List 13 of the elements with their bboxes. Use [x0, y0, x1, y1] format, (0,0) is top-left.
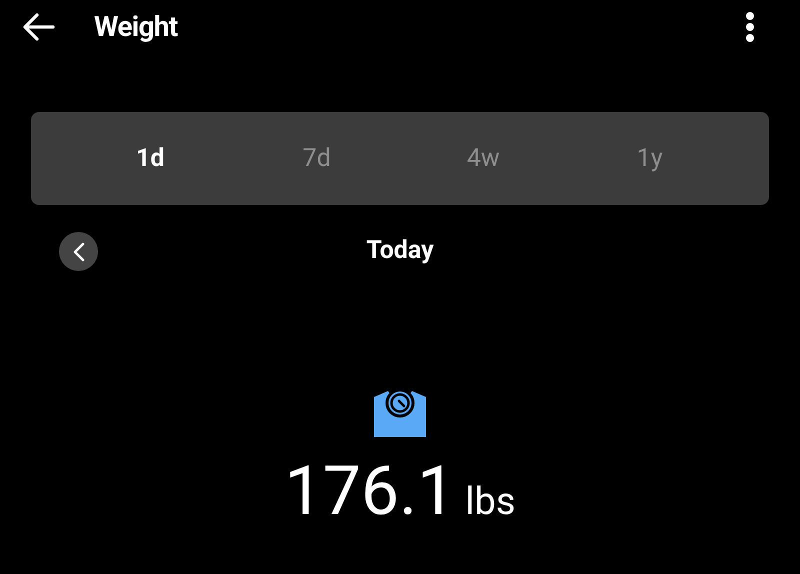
weight-value: 176.1	[284, 457, 456, 525]
period-tab[interactable]: 4w	[400, 112, 566, 205]
weight-unit: lbs	[465, 483, 516, 521]
more-vertical-icon	[745, 11, 755, 43]
chevron-left-icon	[72, 242, 84, 262]
period-tab[interactable]: 1y	[566, 112, 733, 205]
period-label: Today	[366, 235, 434, 268]
period-tab[interactable]: 7d	[234, 112, 400, 205]
page-title: Weight	[94, 9, 178, 45]
previous-button[interactable]	[59, 232, 98, 271]
more-options-button[interactable]	[744, 10, 756, 44]
period-tab[interactable]: 1d	[67, 112, 234, 205]
back-arrow-icon	[22, 12, 56, 42]
